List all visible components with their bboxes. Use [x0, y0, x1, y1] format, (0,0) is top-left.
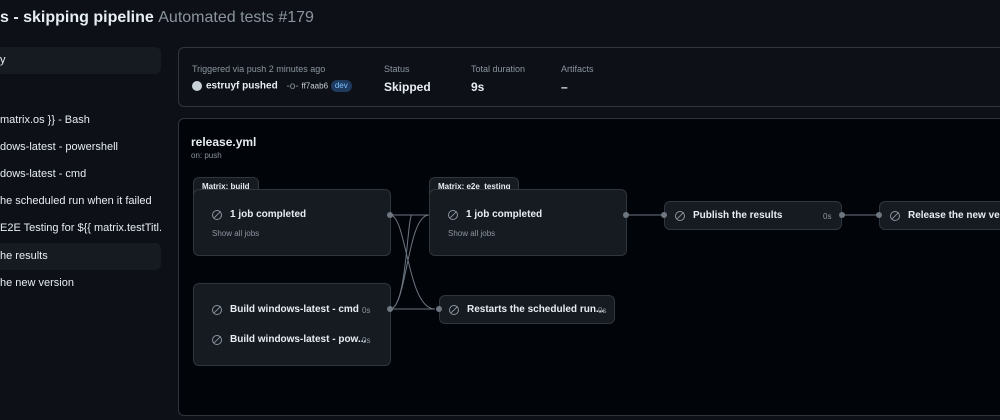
- job-build-cmd-duration: 0s: [362, 306, 371, 315]
- job-publish-duration: 0s: [823, 212, 832, 221]
- connector-dot: [623, 212, 629, 218]
- trigger-label: Triggered via push 2 minutes ago: [192, 64, 326, 74]
- skipped-icon: [212, 334, 222, 345]
- skipped-icon: [675, 210, 685, 221]
- job-build-pow-label: Build windows-latest - pow...: [230, 334, 367, 345]
- sidebar-item-job-bash[interactable]: matrix.os }} - Bash: [0, 107, 161, 134]
- matrix-build-status: 1 job completed: [212, 209, 306, 220]
- status-value: Skipped: [384, 80, 431, 94]
- matrix-e2e-status: 1 job completed: [448, 209, 542, 220]
- run-name: Automated tests #179: [158, 9, 314, 26]
- commit-sha[interactable]: ff7aab6: [301, 82, 328, 91]
- skipped-icon: [890, 210, 900, 221]
- artifacts-label: Artifacts: [561, 64, 594, 74]
- job-build-cmd-label: Build windows-latest - cmd: [230, 304, 359, 315]
- skipped-icon: [212, 209, 222, 220]
- connector-dot: [387, 306, 393, 312]
- job-publish-card[interactable]: Publish the results 0s: [664, 201, 842, 230]
- job-release-label: Release the new versi: [908, 210, 1000, 221]
- sidebar-item-job-cmd[interactable]: dows-latest - cmd: [0, 161, 161, 188]
- branch-badge[interactable]: dev: [330, 80, 352, 92]
- skipped-icon: [212, 304, 222, 315]
- sidebar-item-job-e2e[interactable]: E2E Testing for ${{ matrix.testTitl...: [0, 215, 161, 242]
- build-jobs-card: Build windows-latest - cmd 0s Build wind…: [193, 283, 391, 366]
- run-title: s - skipping pipeline Automated tests #1…: [0, 9, 314, 27]
- workflow-name: s - skipping pipeline: [0, 9, 154, 26]
- workflow-graph: release.yml on: push Matrix: build 1 job…: [178, 118, 1000, 416]
- run-summary: Triggered via push 2 minutes ago estruyf…: [178, 47, 1000, 107]
- connector-dot: [661, 212, 667, 218]
- sidebar-item-job-restart[interactable]: he scheduled run when it failed: [0, 188, 161, 215]
- job-restarts-duration: 0s: [598, 306, 607, 315]
- graph-connectors: [389, 214, 879, 310]
- skipped-icon: [449, 304, 459, 315]
- sidebar-item-job-publish[interactable]: he results: [0, 243, 161, 270]
- job-publish-row: Publish the results: [675, 210, 782, 221]
- job-build-pow-duration: 0s: [362, 336, 371, 345]
- job-build-pow[interactable]: Build windows-latest - pow...: [212, 334, 366, 345]
- avatar[interactable]: [192, 81, 202, 91]
- commit-icon: -o-: [286, 80, 299, 92]
- sidebar-item-summary[interactable]: y: [0, 47, 161, 74]
- job-release-card[interactable]: Release the new versi: [879, 201, 1000, 230]
- artifacts-value: –: [561, 80, 568, 94]
- job-restarts-card[interactable]: Restarts the scheduled run... 0s: [439, 295, 615, 324]
- matrix-e2e-status-text: 1 job completed: [466, 209, 543, 220]
- job-build-cmd[interactable]: Build windows-latest - cmd: [212, 304, 359, 315]
- matrix-build-status-text: 1 job completed: [230, 209, 307, 220]
- duration-value: 9s: [471, 80, 485, 94]
- sidebar-item-job-release[interactable]: he new version: [0, 270, 161, 297]
- duration-label: Total duration: [471, 64, 526, 74]
- skipped-icon: [448, 209, 458, 220]
- connector-dot: [839, 212, 845, 218]
- connector-dot: [876, 212, 882, 218]
- actor-name[interactable]: estruyf pushed: [206, 81, 278, 92]
- connector-dot: [387, 212, 393, 218]
- matrix-build-card[interactable]: 1 job completed Show all jobs: [193, 189, 391, 256]
- sidebar-item-job-powershell[interactable]: dows-latest - powershell: [0, 134, 161, 161]
- matrix-build-show-all[interactable]: Show all jobs: [212, 229, 259, 238]
- matrix-e2e-card[interactable]: 1 job completed Show all jobs: [429, 189, 627, 256]
- job-restarts-label: Restarts the scheduled run...: [467, 304, 605, 315]
- trigger-detail: estruyf pushed -o- ff7aab6 dev: [192, 80, 352, 92]
- job-release-row: Release the new versi: [890, 210, 1000, 221]
- matrix-e2e-show-all[interactable]: Show all jobs: [448, 229, 495, 238]
- job-restarts-row: Restarts the scheduled run...: [449, 304, 604, 315]
- job-publish-label: Publish the results: [693, 210, 783, 221]
- connector-dot: [436, 306, 442, 312]
- status-label: Status: [384, 64, 410, 74]
